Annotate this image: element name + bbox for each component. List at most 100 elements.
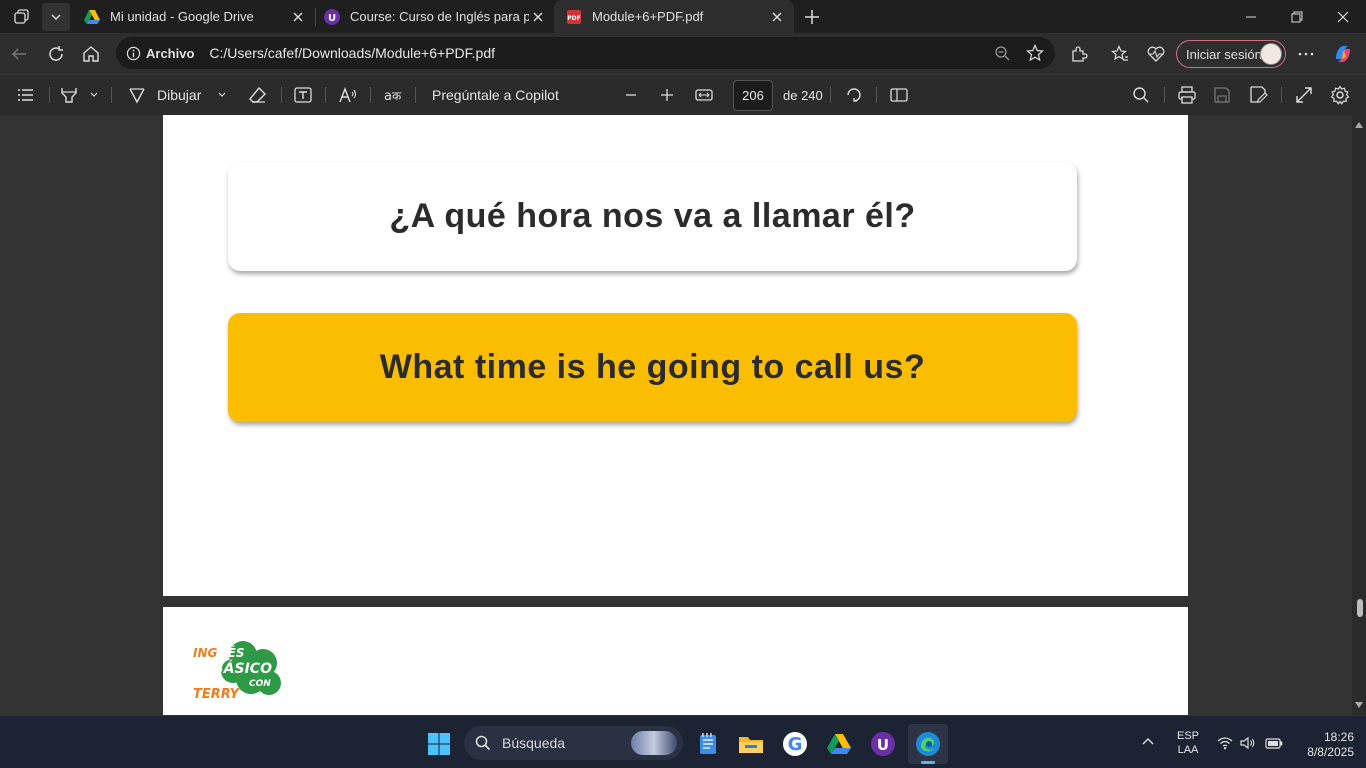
settings-gear-icon[interactable] — [1330, 83, 1350, 107]
contents-list-icon[interactable] — [16, 83, 36, 107]
read-aloud-icon[interactable] — [338, 83, 358, 107]
clock[interactable]: 18:26 8/8/2025 — [1292, 730, 1354, 759]
close-tab-icon[interactable] — [529, 8, 547, 26]
language-sub-label: LAA — [1177, 744, 1199, 756]
scroll-up-icon[interactable] — [1355, 121, 1363, 129]
notepad-icon[interactable] — [688, 724, 728, 764]
svg-text:ING: ING — [193, 646, 218, 660]
show-hidden-icons-chevron-icon[interactable] — [1141, 736, 1155, 746]
file-explorer-icon[interactable] — [731, 724, 771, 764]
toolbar-divider — [415, 87, 416, 103]
toolbar-divider — [49, 87, 50, 103]
favorite-star-icon[interactable] — [1026, 44, 1044, 62]
scrollbar-thumb[interactable] — [1357, 599, 1363, 617]
tab-title: Course: Curso de Inglés para principiant… — [350, 9, 529, 24]
pdf-page: ING LÉS BÁSICO CON TERRY — [163, 607, 1188, 715]
pdf-toolbar: Dibujar aक Pregúntale a Copilot 206 de 2… — [0, 74, 1366, 115]
svg-text:CON: CON — [249, 679, 271, 689]
english-sentence: What time is he going to call us? — [379, 348, 926, 386]
svg-text:U: U — [877, 736, 889, 754]
english-sentence-card: What time is he going to call us? — [228, 313, 1077, 422]
svg-text:TERRY: TERRY — [193, 687, 241, 702]
toolbar-divider — [876, 87, 877, 103]
course-app-icon[interactable]: U — [863, 724, 903, 764]
svg-text:LÉS: LÉS — [220, 645, 245, 660]
highlight-icon[interactable] — [59, 83, 79, 107]
google-chrome-icon[interactable]: G — [775, 724, 815, 764]
fullscreen-icon[interactable] — [1295, 83, 1313, 107]
print-icon[interactable] — [1177, 83, 1197, 107]
minimize-icon[interactable] — [1228, 0, 1274, 33]
home-icon[interactable] — [76, 39, 106, 69]
search-highlight-image — [631, 731, 677, 755]
toolbar-divider — [281, 87, 282, 103]
vertical-scrollbar[interactable] — [1352, 115, 1366, 715]
highlight-options-chevron-icon[interactable] — [89, 83, 99, 107]
browser-essentials-icon[interactable] — [1141, 39, 1171, 69]
wifi-icon[interactable] — [1217, 736, 1233, 750]
page-view-icon[interactable] — [889, 83, 909, 107]
pdf-viewer[interactable]: ¿A qué hora nos va a llamar él? What tim… — [0, 115, 1366, 715]
tab-pdf[interactable]: PDF Module+6+PDF.pdf — [554, 0, 794, 33]
extensions-icon[interactable] — [1064, 39, 1094, 69]
ask-copilot-label: Pregúntale a Copilot — [432, 87, 559, 103]
close-tab-icon[interactable] — [289, 8, 307, 26]
battery-icon[interactable] — [1265, 738, 1283, 749]
toolbar-divider — [1164, 87, 1165, 103]
site-info-label[interactable]: Archivo — [146, 46, 194, 61]
address-row: Archivo C:/Users/cafef/Downloads/Module+… — [0, 33, 1366, 74]
search-icon[interactable] — [1132, 83, 1150, 107]
sign-in-button[interactable]: Iniciar sesión — [1176, 40, 1286, 68]
spanish-sentence-card: ¿A qué hora nos va a llamar él? — [228, 162, 1077, 271]
language-label: ESP — [1176, 730, 1199, 742]
google-drive-icon — [84, 9, 100, 25]
tab-google-drive[interactable]: Mi unidad - Google Drive — [72, 0, 315, 33]
eraser-icon[interactable] — [248, 83, 268, 107]
zoom-out-icon[interactable] — [994, 45, 1010, 61]
page-number-input[interactable]: 206 — [733, 80, 773, 111]
fit-to-width-icon[interactable] — [694, 83, 714, 107]
close-tab-icon[interactable] — [768, 8, 786, 26]
profile-avatar-icon — [1260, 43, 1282, 65]
info-icon[interactable] — [126, 46, 141, 61]
ask-copilot-button[interactable]: Pregúntale a Copilot — [432, 83, 559, 107]
url-text[interactable]: C:/Users/cafef/Downloads/Module+6+PDF.pd… — [209, 45, 495, 61]
draw-label: Dibujar — [157, 87, 202, 103]
back-icon[interactable] — [4, 39, 34, 69]
volume-icon[interactable] — [1240, 736, 1256, 750]
close-window-icon[interactable] — [1320, 0, 1366, 33]
rotate-icon[interactable] — [844, 83, 864, 107]
start-windows-icon[interactable] — [419, 724, 459, 764]
toolbar-divider — [370, 87, 371, 103]
save-icon[interactable] — [1213, 83, 1231, 107]
zoom-in-icon[interactable] — [659, 83, 675, 107]
translate-icon[interactable]: aक — [383, 83, 403, 107]
tab-actions-chevron-icon[interactable] — [42, 3, 70, 31]
clock-date: 8/8/2025 — [1307, 745, 1354, 759]
workspaces-icon[interactable] — [8, 3, 36, 31]
restore-icon[interactable] — [1274, 0, 1320, 33]
scroll-down-icon[interactable] — [1355, 701, 1363, 709]
draw-button[interactable]: Dibujar — [127, 83, 201, 107]
save-as-icon[interactable] — [1249, 83, 1269, 107]
svg-text:G: G — [788, 734, 803, 755]
microsoft-edge-icon[interactable] — [908, 724, 948, 764]
draw-icon — [127, 85, 147, 105]
svg-text:PDF: PDF — [567, 15, 580, 22]
address-bar[interactable]: Archivo C:/Users/cafef/Downloads/Module+… — [116, 37, 1055, 69]
search-placeholder: Búsqueda — [502, 735, 566, 751]
draw-options-chevron-icon[interactable] — [217, 83, 227, 107]
search-icon — [475, 735, 491, 751]
taskbar-search[interactable]: Búsqueda — [464, 726, 683, 760]
refresh-icon[interactable] — [41, 39, 71, 69]
zoom-out-icon[interactable] — [623, 83, 639, 107]
copilot-icon[interactable] — [1328, 39, 1358, 69]
add-text-icon[interactable] — [293, 83, 313, 107]
tab-course[interactable]: U Course: Curso de Inglés para principia… — [312, 0, 555, 33]
new-tab-icon[interactable] — [798, 3, 826, 31]
google-drive-icon[interactable] — [819, 724, 859, 764]
favorites-icon[interactable] — [1105, 39, 1135, 69]
more-menu-icon[interactable] — [1291, 39, 1321, 69]
language-indicator[interactable]: ESP LAA — [1172, 730, 1204, 756]
tab-title: Module+6+PDF.pdf — [592, 9, 704, 24]
